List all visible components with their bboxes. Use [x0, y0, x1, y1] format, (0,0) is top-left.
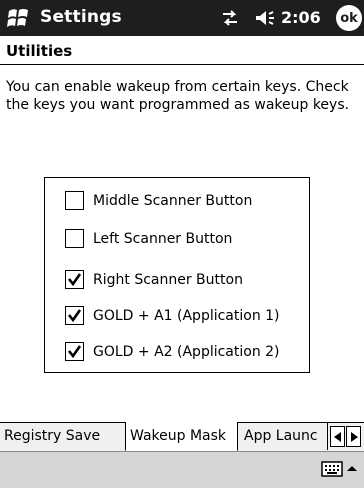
middle-scanner-checkbox[interactable] [65, 191, 84, 210]
volume-icon[interactable] [254, 9, 276, 27]
connectivity-icon[interactable] [220, 10, 240, 26]
tab-wakeup-mask[interactable]: Wakeup Mask [125, 422, 238, 451]
gold-a1-checkbox[interactable] [65, 306, 84, 325]
divider [327, 423, 328, 450]
checkmark-icon [67, 345, 82, 359]
app-title: Settings [40, 7, 122, 27]
clock[interactable]: 2:06 [281, 8, 321, 27]
command-bar [0, 451, 364, 488]
arrow-left-icon [333, 431, 341, 442]
input-selector-arrow-icon[interactable] [347, 464, 357, 474]
option-label: Left Scanner Button [93, 230, 233, 247]
option-label: Right Scanner Button [93, 271, 243, 288]
checkmark-icon [67, 273, 82, 287]
tab-app-launch[interactable]: App Launc [240, 423, 327, 450]
title-bar: Settings 2:06 ok [0, 0, 364, 36]
tab-scroll-right-button[interactable] [346, 426, 361, 447]
arrow-right-icon [350, 431, 358, 442]
option-label: GOLD + A1 (Application 1) [93, 307, 280, 324]
gold-a2-checkbox[interactable] [65, 342, 84, 361]
option-middle-scanner-button[interactable]: Middle Scanner Button [65, 191, 252, 210]
option-right-scanner-button[interactable]: Right Scanner Button [65, 270, 243, 289]
tab-strip: Registry Save Wakeup Mask App Launc [0, 422, 364, 451]
option-gold-a1[interactable]: GOLD + A1 (Application 1) [65, 306, 280, 325]
left-scanner-checkbox[interactable] [65, 229, 84, 248]
checkmark-icon [67, 309, 82, 323]
divider [0, 64, 364, 65]
right-scanner-checkbox[interactable] [65, 270, 84, 289]
wakeup-keys-group: Middle Scanner Button Left Scanner Butto… [44, 177, 310, 373]
tab-scroll-left-button[interactable] [330, 426, 345, 447]
windows-start-icon[interactable] [4, 3, 34, 33]
option-label: Middle Scanner Button [93, 192, 253, 209]
option-label: GOLD + A2 (Application 2) [93, 343, 280, 360]
description-text: You can enable wakeup from certain keys.… [6, 79, 350, 113]
keyboard-icon[interactable] [321, 460, 343, 478]
page-title: Utilities [6, 42, 73, 60]
tab-registry-save[interactable]: Registry Save [0, 423, 125, 450]
option-left-scanner-button[interactable]: Left Scanner Button [65, 229, 232, 248]
option-gold-a2[interactable]: GOLD + A2 (Application 2) [65, 342, 280, 361]
ok-button[interactable]: ok [336, 5, 362, 31]
